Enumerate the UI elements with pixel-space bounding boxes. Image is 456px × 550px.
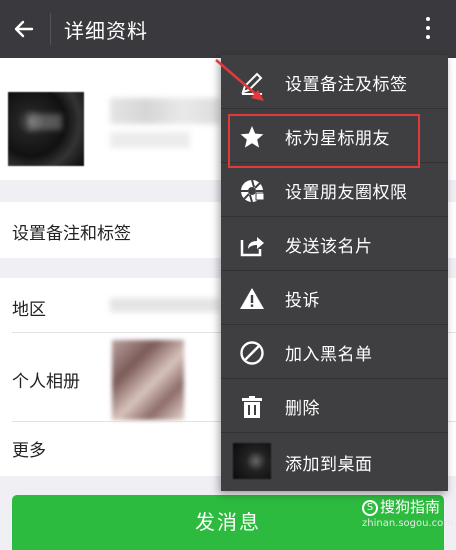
share-icon <box>240 237 264 257</box>
contact-thumbnail <box>233 443 271 479</box>
trash-icon <box>242 396 262 418</box>
annotation-highlight-box <box>228 114 420 168</box>
watermark-brand: 搜狗指南 <box>380 498 441 516</box>
title-bar: 详细资料 <box>0 0 456 58</box>
sogou-logo-icon: S <box>362 499 378 516</box>
menu-item-label: 发送该名片 <box>285 237 373 257</box>
region-label: 地区 <box>12 300 46 320</box>
menu-item-label: 设置备注及标签 <box>285 75 408 95</box>
menu-item-label: 添加到桌面 <box>285 455 373 475</box>
avatar[interactable] <box>8 92 84 166</box>
menu-item-set-remark[interactable]: 设置备注及标签 <box>221 55 448 109</box>
menu-item-send-card[interactable]: 发送该名片 <box>221 217 448 271</box>
menu-item-blacklist[interactable]: 加入黑名单 <box>221 325 448 379</box>
watermark: S 搜狗指南 zhinan.sogou.com <box>362 496 453 529</box>
menu-item-label: 删除 <box>285 399 320 419</box>
title-separator <box>50 13 51 45</box>
menu-item-add-to-desktop[interactable]: 添加到桌面 <box>221 433 448 491</box>
album-photo[interactable] <box>112 340 184 420</box>
blurred-name <box>110 98 220 124</box>
back-arrow-icon[interactable] <box>12 17 36 41</box>
remark-label: 设置备注和标签 <box>12 224 131 244</box>
aperture-icon <box>241 179 265 203</box>
menu-item-moments-permission[interactable]: 设置朋友圈权限 <box>221 163 448 217</box>
blurred-region <box>110 298 220 312</box>
menu-item-label: 投诉 <box>285 291 320 311</box>
menu-item-label: 加入黑名单 <box>285 345 373 365</box>
menu-item-label: 设置朋友圈权限 <box>285 183 408 203</box>
watermark-url: zhinan.sogou.com <box>362 518 454 529</box>
more-vertical-icon[interactable] <box>420 15 436 43</box>
page-title: 详细资料 <box>64 19 148 43</box>
block-icon <box>240 341 264 365</box>
album-label: 个人相册 <box>12 372 80 392</box>
pencil-icon <box>241 72 263 95</box>
more-label: 更多 <box>12 441 46 461</box>
menu-item-delete[interactable]: 删除 <box>221 379 448 433</box>
warning-icon <box>240 288 264 309</box>
menu-item-report[interactable]: 投诉 <box>221 271 448 325</box>
blurred-id <box>110 132 190 148</box>
